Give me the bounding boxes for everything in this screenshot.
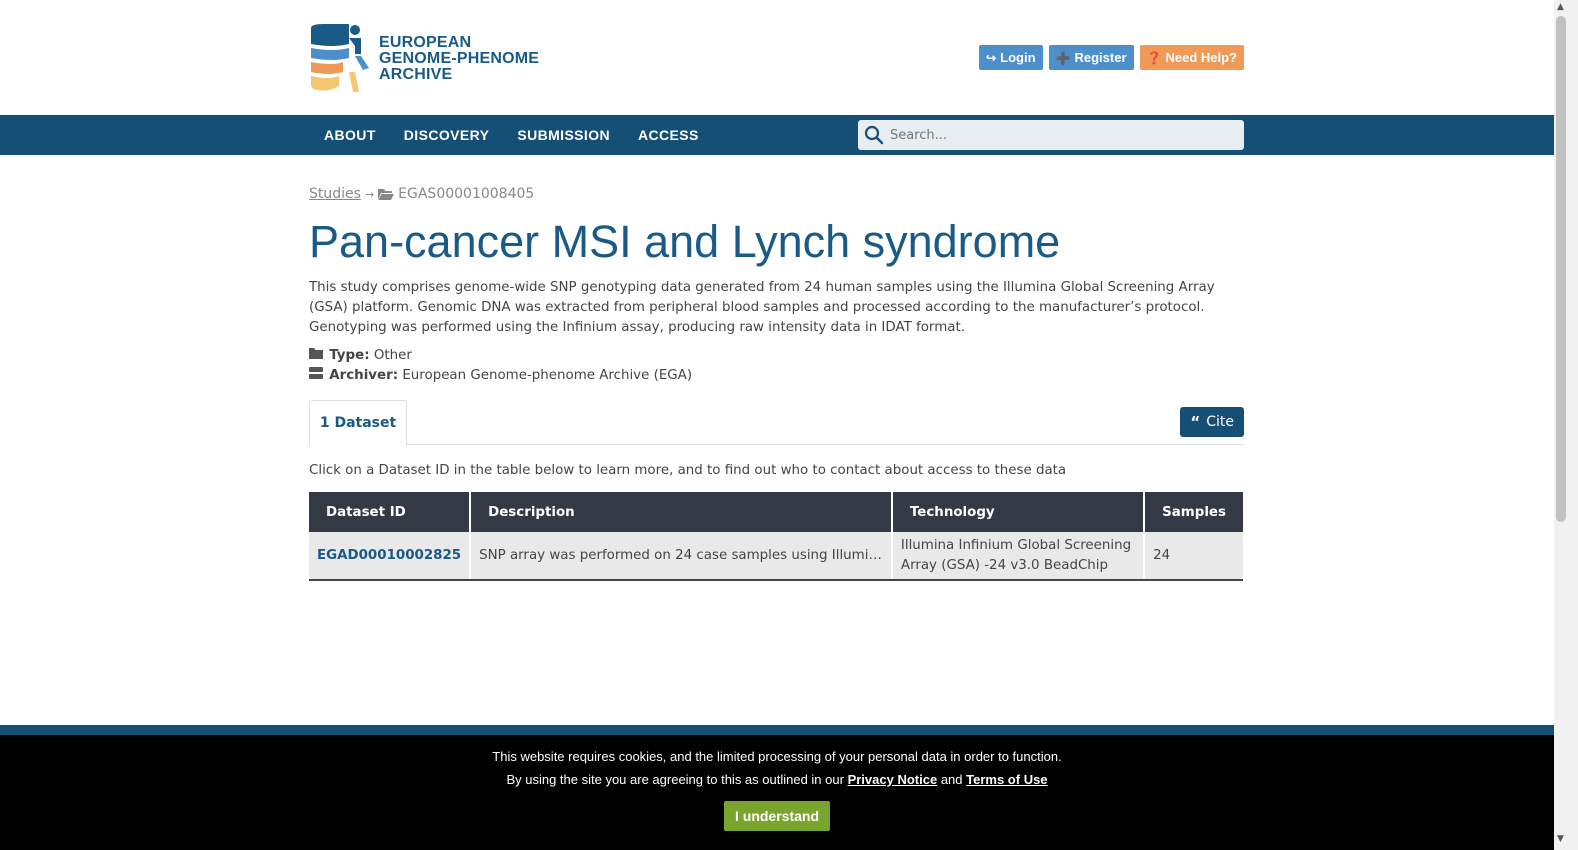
main-nav: ABOUT DISCOVERY SUBMISSION ACCESS bbox=[0, 115, 1554, 155]
scroll-up-arrow-icon[interactable]: ▲ bbox=[1557, 2, 1564, 12]
search-box[interactable] bbox=[858, 120, 1244, 150]
sign-in-icon: ↪ bbox=[986, 50, 997, 65]
nav-items: ABOUT DISCOVERY SUBMISSION ACCESS bbox=[310, 115, 713, 155]
scroll-down-arrow-icon[interactable]: ▼ bbox=[1557, 834, 1564, 844]
datasets-table: Dataset ID Description Technology Sample… bbox=[309, 492, 1243, 581]
nav-item-discovery[interactable]: DISCOVERY bbox=[390, 115, 504, 155]
scrollbar-thumb[interactable] bbox=[1556, 16, 1566, 522]
study-type-row: Type: Other bbox=[309, 346, 1244, 366]
terms-of-use-link[interactable]: Terms of Use bbox=[966, 772, 1047, 787]
dataset-samples: 24 bbox=[1144, 532, 1243, 581]
column-header-technology[interactable]: Technology bbox=[891, 492, 1146, 532]
dataset-id-link[interactable]: EGAD00010002825 bbox=[309, 532, 472, 581]
type-label: Type: bbox=[329, 348, 370, 363]
user-plus-icon: ➕ bbox=[1055, 50, 1071, 65]
server-icon bbox=[309, 366, 325, 386]
dataset-hint: Click on a Dataset ID in the table below… bbox=[309, 463, 1067, 478]
question-circle-icon: ❓ bbox=[1146, 50, 1162, 65]
site-header: EUROPEAN GENOME-PHENOME ARCHIVE ↪ Login … bbox=[0, 0, 1554, 115]
logo-line-1: EUROPEAN bbox=[379, 34, 472, 51]
dataset-description: SNP array was performed on 24 case sampl… bbox=[470, 532, 893, 581]
cookie-message-line-2: By using the site you are agreeing to th… bbox=[0, 768, 1554, 791]
quote-icon: “ bbox=[1190, 413, 1201, 431]
type-value: Other bbox=[373, 348, 412, 363]
logo-line-3: ARCHIVE bbox=[379, 66, 453, 83]
ega-logo[interactable]: EUROPEAN GENOME-PHENOME ARCHIVE bbox=[309, 24, 559, 94]
search-icon bbox=[864, 125, 884, 145]
page-title: Pan-cancer MSI and Lynch syndrome bbox=[309, 216, 1061, 267]
login-label: Login bbox=[1000, 50, 1036, 65]
nav-item-submission[interactable]: SUBMISSION bbox=[503, 115, 624, 155]
folder-open-icon bbox=[378, 188, 395, 200]
breadcrumb: Studies → EGAS00001008405 bbox=[309, 186, 1244, 202]
tab-datasets[interactable]: 1 Dataset bbox=[309, 400, 407, 446]
need-help-button[interactable]: ❓ Need Help? bbox=[1139, 45, 1244, 70]
cite-label: Cite bbox=[1206, 414, 1234, 430]
column-header-samples[interactable]: Samples bbox=[1144, 492, 1243, 532]
folder-icon bbox=[309, 346, 325, 366]
dataset-technology: Illumina Infinium Global Screening Array… bbox=[891, 532, 1146, 581]
nav-item-access[interactable]: ACCESS bbox=[624, 115, 713, 155]
study-metadata: Type: Other Archiver: European Genome-ph… bbox=[309, 346, 1244, 386]
register-button[interactable]: ➕ Register bbox=[1048, 45, 1134, 70]
cite-button[interactable]: “ Cite bbox=[1180, 407, 1244, 437]
cookie-message-line-1: This website requires cookies, and the l… bbox=[492, 749, 1062, 764]
accept-cookies-button[interactable]: I understand bbox=[723, 801, 830, 831]
cookie-and-text: and bbox=[940, 772, 963, 787]
column-header-description[interactable]: Description bbox=[470, 492, 893, 532]
register-label: Register bbox=[1074, 50, 1127, 65]
arrow-right-icon: → bbox=[364, 187, 375, 201]
cookie-banner: This website requires cookies, and the l… bbox=[0, 735, 1554, 850]
main-content: Studies → EGAS00001008405 Pan-cancer MSI… bbox=[309, 155, 1244, 581]
tabs-row: 1 Dataset “ Cite bbox=[309, 400, 1244, 446]
header-actions: ↪ Login ➕ Register ❓ Need Help? bbox=[979, 45, 1244, 70]
column-header-dataset-id[interactable]: Dataset ID bbox=[309, 492, 472, 532]
table-header-row: Dataset ID Description Technology Sample… bbox=[309, 492, 1243, 532]
archiver-label: Archiver: bbox=[329, 368, 399, 383]
ega-logo-icon bbox=[311, 24, 369, 92]
study-archiver-row: Archiver: European Genome-phenome Archiv… bbox=[309, 366, 1244, 386]
table-row[interactable]: EGAD00010002825 SNP array was performed … bbox=[309, 532, 1243, 581]
logo-wordmark: EUROPEAN GENOME-PHENOME ARCHIVE bbox=[379, 35, 539, 83]
login-button[interactable]: ↪ Login bbox=[979, 45, 1043, 70]
logo-line-2: GENOME-PHENOME bbox=[379, 50, 540, 67]
search-input[interactable] bbox=[890, 127, 1230, 143]
nav-item-about[interactable]: ABOUT bbox=[310, 115, 390, 155]
study-description: This study comprises genome-wide SNP gen… bbox=[309, 280, 1215, 335]
need-help-label: Need Help? bbox=[1165, 50, 1237, 65]
privacy-notice-link[interactable]: Privacy Notice bbox=[848, 772, 938, 787]
cookie-line-2-prefix: By using the site you are agreeing to th… bbox=[506, 772, 844, 787]
breadcrumb-studies-link[interactable]: Studies bbox=[309, 186, 361, 202]
archiver-value: European Genome-phenome Archive (EGA) bbox=[402, 368, 693, 383]
breadcrumb-current: EGAS00001008405 bbox=[398, 186, 535, 202]
